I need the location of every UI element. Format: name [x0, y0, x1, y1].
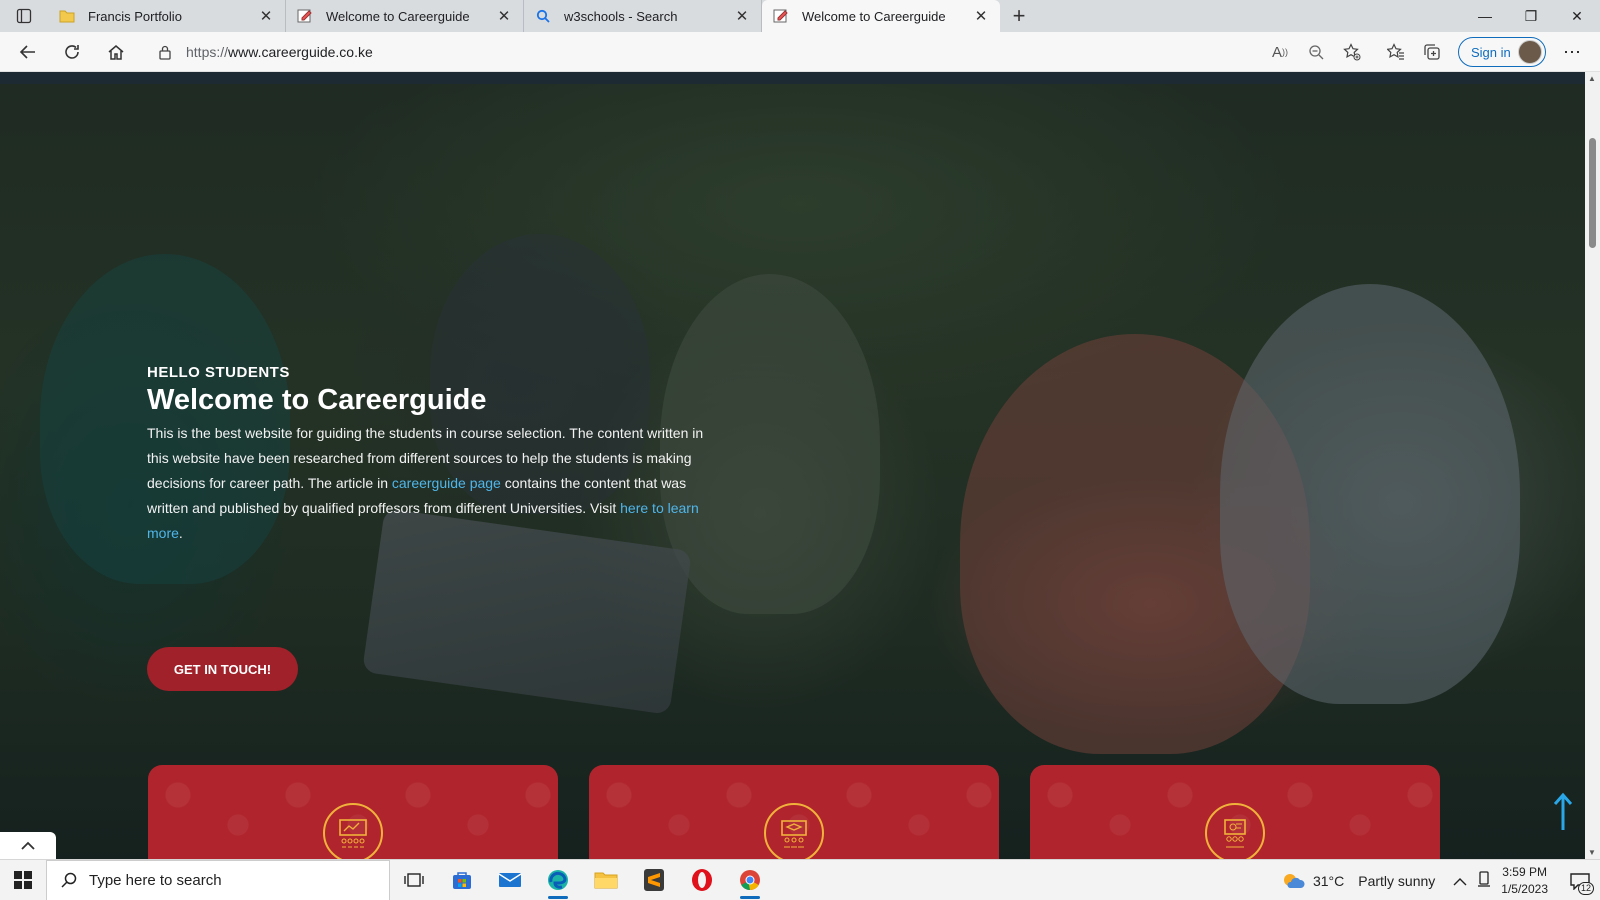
tab-title: Francis Portfolio	[88, 8, 182, 24]
search-placeholder: Type here to search	[89, 871, 222, 889]
minimize-button[interactable]: —	[1462, 0, 1508, 32]
favorites-icon[interactable]	[1378, 36, 1414, 68]
edge-icon[interactable]	[534, 860, 582, 900]
tab-w3schools-search[interactable]: w3schools - Search ✕	[524, 0, 762, 32]
avatar	[1518, 40, 1542, 64]
browser-toolbar: https://www.careerguide.co.ke A)) Sign i…	[0, 32, 1600, 72]
folder-icon	[58, 7, 76, 25]
arrow-up-icon	[1553, 792, 1573, 830]
hero-paragraph-end: .	[178, 525, 183, 541]
back-button[interactable]	[6, 34, 50, 70]
careerguide-favicon	[296, 7, 314, 25]
notifications-button[interactable]: 12	[1560, 860, 1600, 900]
add-favorite-icon[interactable]	[1334, 36, 1370, 68]
hero-paragraph: This is the best website for guiding the…	[147, 421, 707, 546]
hero-eyebrow: HELLO STUDENTS	[147, 364, 290, 381]
tab-careerguide[interactable]: Welcome to Careerguide ✕	[286, 0, 524, 32]
get-in-touch-button[interactable]: GET IN TOUCH!	[147, 647, 298, 691]
page-scrollbar[interactable]: ▲ ▼	[1585, 72, 1600, 859]
close-window-button[interactable]: ✕	[1554, 0, 1600, 32]
store-icon[interactable]	[438, 860, 486, 900]
windows-logo-icon	[14, 871, 32, 889]
feature-card-3[interactable]	[1030, 765, 1440, 859]
tab-actions-icon	[16, 8, 32, 24]
hero-photo-shape	[960, 334, 1310, 754]
window-controls: — ❐ ✕	[1462, 0, 1600, 32]
home-icon	[108, 44, 124, 60]
close-icon[interactable]: ✕	[733, 7, 751, 25]
weather-text: Partly sunny	[1358, 872, 1436, 889]
url-scheme: https://	[186, 43, 229, 60]
sign-in-label: Sign in	[1471, 44, 1511, 60]
feature-card-2[interactable]	[589, 765, 999, 859]
tab-actions-button[interactable]	[0, 0, 48, 32]
mail-icon[interactable]	[486, 860, 534, 900]
search-icon	[61, 872, 77, 888]
back-arrow-icon	[19, 44, 35, 59]
chrome-icon[interactable]	[726, 860, 774, 900]
system-tray: 31°C Partly sunny 3:59 PM 1/5/2023 12	[1281, 860, 1600, 900]
tab-title: Welcome to Careerguide	[802, 8, 946, 24]
device-icon[interactable]	[1477, 871, 1491, 890]
feature-card-1[interactable]	[148, 765, 558, 859]
scrollbar-thumb[interactable]	[1589, 138, 1596, 248]
sign-in-button[interactable]: Sign in	[1458, 37, 1546, 67]
taskbar: Type here to search 31°C Partly sunny 3:…	[0, 859, 1600, 900]
tab-strip: Francis Portfolio ✕ Welcome to Careergui…	[0, 0, 1600, 32]
new-tab-button[interactable]: +	[1000, 0, 1038, 32]
page-viewport: HELLO STUDENTS Welcome to Careerguide Th…	[0, 72, 1585, 859]
address-bar[interactable]: https://www.careerguide.co.ke	[146, 36, 1246, 68]
tab-francis-portfolio[interactable]: Francis Portfolio ✕	[48, 0, 286, 32]
students-group-icon	[1205, 803, 1265, 859]
restore-button[interactable]: ❐	[1508, 0, 1554, 32]
tab-careerguide-active[interactable]: Welcome to Careerguide ✕	[762, 0, 1000, 32]
close-icon[interactable]: ✕	[257, 7, 275, 25]
zoom-out-icon[interactable]	[1298, 36, 1334, 68]
taskbar-search-input[interactable]: Type here to search	[46, 859, 390, 900]
tab-title: w3schools - Search	[564, 8, 678, 24]
sublime-icon[interactable]	[630, 860, 678, 900]
toolbar-right-icons: A)) Sign in ⋯	[1262, 36, 1590, 68]
weather-widget[interactable]: 31°C Partly sunny	[1281, 870, 1435, 892]
notification-count: 12	[1577, 882, 1594, 895]
chevron-up-icon	[21, 841, 35, 850]
clock-time: 3:59 PM	[1502, 864, 1547, 879]
show-hidden-icons-button[interactable]	[1453, 873, 1467, 889]
partly-sunny-icon	[1283, 873, 1305, 888]
url-host: www.careerguide.co.ke	[228, 43, 373, 60]
close-icon[interactable]: ✕	[972, 7, 990, 25]
lock-icon[interactable]	[158, 44, 172, 60]
refresh-button[interactable]	[50, 34, 94, 70]
collections-icon[interactable]	[1414, 36, 1450, 68]
temperature: 31°C	[1312, 872, 1345, 889]
scroll-to-top-button[interactable]	[1551, 792, 1575, 837]
graduation-teacher-icon	[764, 803, 824, 859]
presentation-board-icon	[323, 803, 383, 859]
start-button[interactable]	[0, 860, 46, 900]
clock[interactable]: 3:59 PM 1/5/2023	[1501, 864, 1548, 898]
page-title: Welcome to Careerguide	[147, 384, 487, 416]
chevron-up-icon	[1453, 877, 1467, 885]
careerguide-favicon	[772, 7, 790, 25]
hero-section: HELLO STUDENTS Welcome to Careerguide Th…	[0, 84, 1585, 859]
home-button[interactable]	[94, 34, 138, 70]
site-header-edge	[0, 72, 1585, 84]
refresh-icon	[65, 44, 79, 59]
collapse-panel-button[interactable]	[0, 832, 56, 859]
opera-icon[interactable]	[678, 860, 726, 900]
careerguide-page-link[interactable]: careerguide page	[392, 475, 501, 491]
file-explorer-icon[interactable]	[582, 860, 630, 900]
read-aloud-icon[interactable]: A))	[1262, 36, 1298, 68]
scroll-down-arrow-icon[interactable]: ▼	[1588, 848, 1596, 857]
close-icon[interactable]: ✕	[495, 7, 513, 25]
clock-date: 1/5/2023	[1501, 881, 1548, 896]
task-view-icon[interactable]	[390, 860, 438, 900]
hero-content: HELLO STUDENTS Welcome to Careerguide Th…	[147, 364, 707, 691]
tab-title: Welcome to Careerguide	[326, 8, 470, 24]
search-icon	[534, 7, 552, 25]
more-options-icon[interactable]: ⋯	[1554, 36, 1590, 68]
scroll-up-arrow-icon[interactable]: ▲	[1588, 74, 1596, 83]
hero-photo-shape	[1220, 284, 1520, 704]
